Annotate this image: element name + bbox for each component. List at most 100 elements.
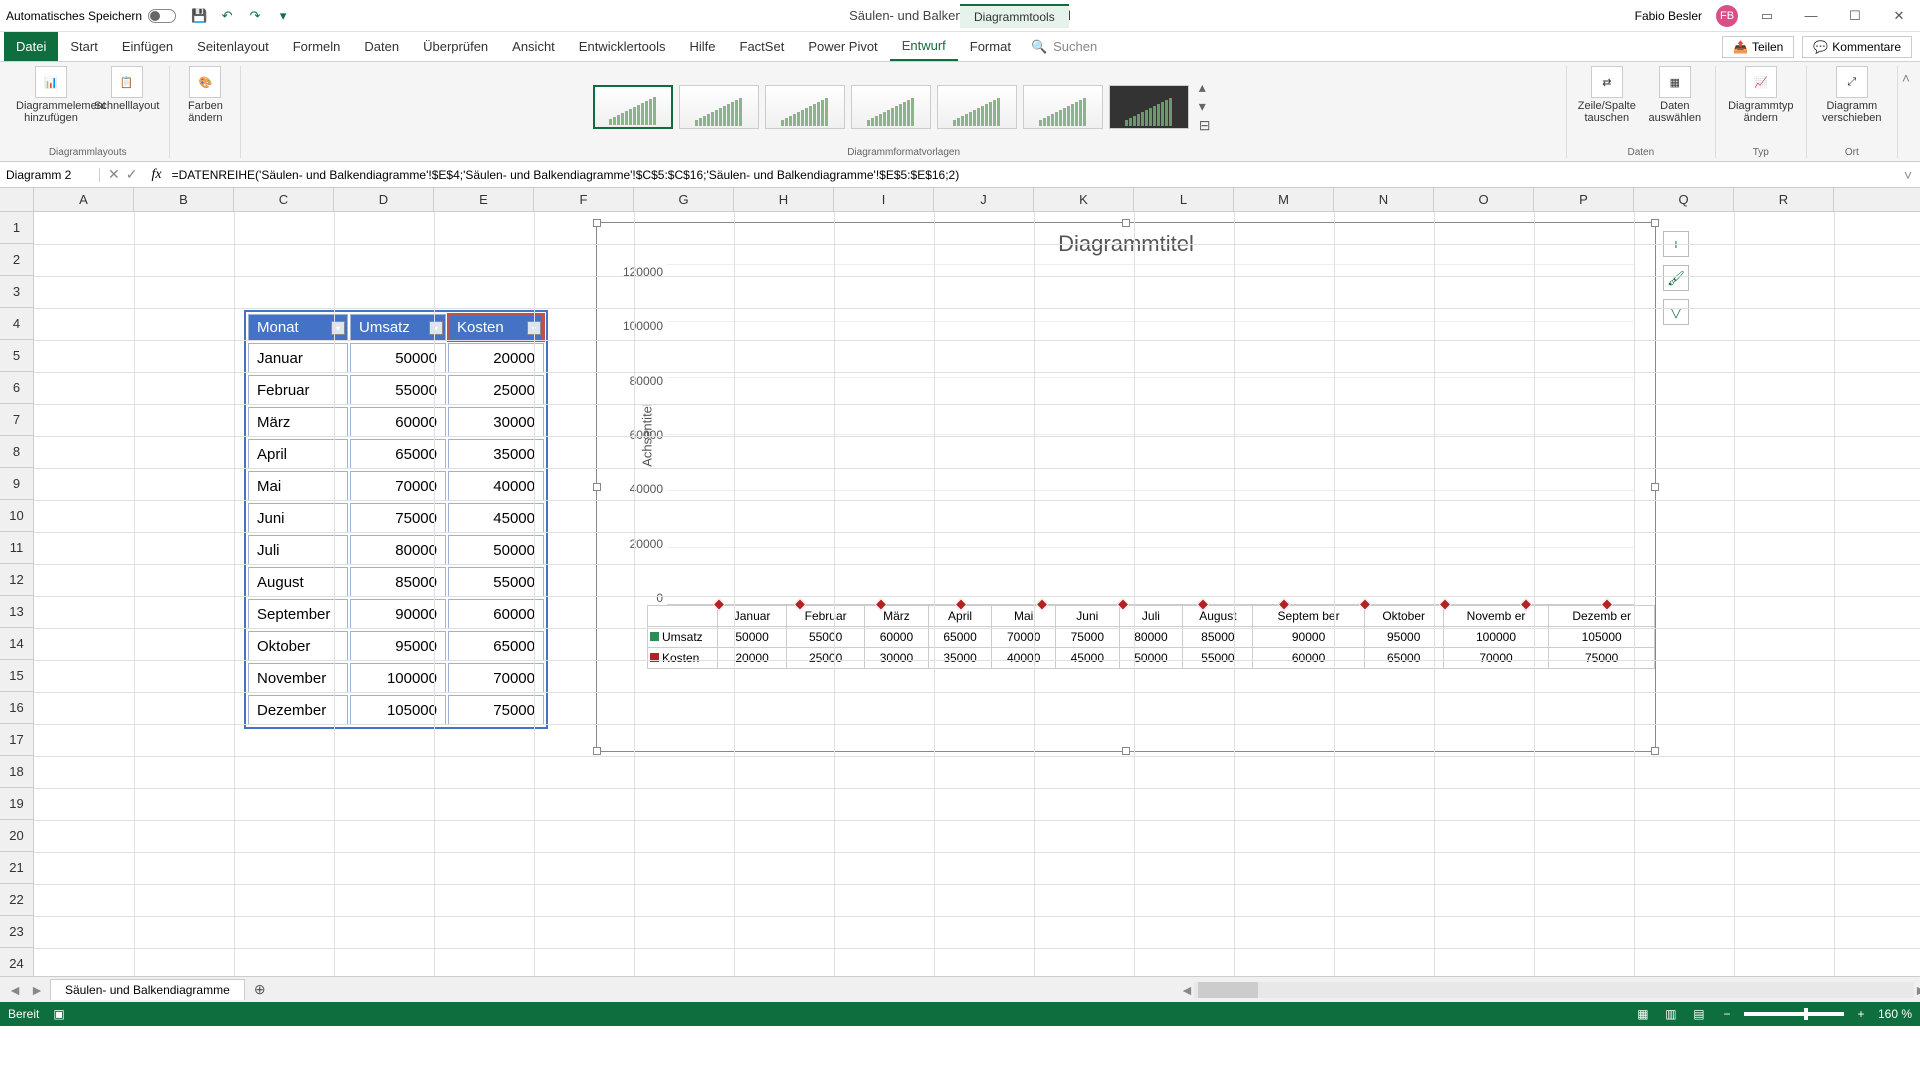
row-header[interactable]: 11	[0, 532, 34, 564]
scroll-left-icon[interactable]: ◄	[1180, 982, 1194, 998]
column-header[interactable]: P	[1534, 188, 1634, 211]
gallery-down-icon[interactable]: ▾	[1199, 98, 1211, 115]
row-header[interactable]: 19	[0, 788, 34, 820]
switch-row-col-button[interactable]: ⇄ Zeile/Spalte tauschen	[1577, 66, 1637, 124]
tab-hilfe[interactable]: Hilfe	[678, 32, 728, 61]
zoom-level[interactable]: 160 %	[1878, 1007, 1912, 1021]
save-icon[interactable]: 💾	[190, 7, 208, 25]
column-header[interactable]: L	[1134, 188, 1234, 211]
table-cell[interactable]: Februar	[248, 375, 348, 405]
tab-ansicht[interactable]: Ansicht	[500, 32, 567, 61]
resize-handle-sw[interactable]	[593, 747, 601, 755]
change-chart-type-button[interactable]: 📈 Diagrammtyp ändern	[1726, 66, 1796, 124]
row-header[interactable]: 12	[0, 564, 34, 596]
user-avatar[interactable]: FB	[1716, 5, 1738, 27]
tab-seitenlayout[interactable]: Seitenlayout	[185, 32, 281, 61]
resize-handle-ne[interactable]	[1651, 219, 1659, 227]
table-cell[interactable]: 55000	[350, 375, 446, 405]
column-header[interactable]: B	[134, 188, 234, 211]
table-row[interactable]: Dezember10500075000	[248, 695, 544, 725]
table-row[interactable]: März6000030000	[248, 407, 544, 437]
legend-entry[interactable]: Umsatz	[648, 627, 718, 648]
tab-entwicklertools[interactable]: Entwicklertools	[567, 32, 678, 61]
table-cell[interactable]: 35000	[448, 439, 544, 469]
table-cell[interactable]: 25000	[448, 375, 544, 405]
resize-handle-n[interactable]	[1122, 219, 1130, 227]
table-cell[interactable]: 70000	[448, 663, 544, 693]
table-cell[interactable]: Januar	[248, 343, 348, 373]
column-header[interactable]: A	[34, 188, 134, 211]
table-cell[interactable]: 60000	[448, 599, 544, 629]
table-cell[interactable]: 105000	[350, 695, 446, 725]
row-header[interactable]: 10	[0, 500, 34, 532]
table-cell[interactable]: 50000	[448, 535, 544, 565]
minimize-icon[interactable]: —	[1796, 5, 1826, 27]
chart-style-thumb[interactable]	[765, 85, 845, 129]
table-cell[interactable]: 65000	[350, 439, 446, 469]
table-header[interactable]: Kosten▾	[448, 314, 544, 341]
table-cell[interactable]: 95000	[350, 631, 446, 661]
row-header[interactable]: 3	[0, 276, 34, 308]
row-header[interactable]: 5	[0, 340, 34, 372]
spreadsheet-grid[interactable]: ABCDEFGHIJKLMNOPQR 123456789101112131415…	[0, 188, 1920, 976]
column-header[interactable]: K	[1034, 188, 1134, 211]
zoom-slider[interactable]	[1744, 1012, 1844, 1016]
column-header[interactable]: E	[434, 188, 534, 211]
chart-style-thumb[interactable]	[593, 85, 673, 129]
column-header[interactable]: N	[1334, 188, 1434, 211]
legend-entry[interactable]: Kosten	[648, 648, 718, 669]
row-header[interactable]: 17	[0, 724, 34, 756]
table-cell[interactable]: 70000	[350, 471, 446, 501]
undo-icon[interactable]: ↶	[218, 7, 236, 25]
horizontal-scrollbar[interactable]: ◄ ►	[1194, 982, 1914, 998]
table-cell[interactable]: 80000	[350, 535, 446, 565]
page-break-view-icon[interactable]: ▤	[1688, 1005, 1710, 1023]
sheet-nav-next-icon[interactable]: ►	[28, 982, 46, 998]
table-cell[interactable]: Oktober	[248, 631, 348, 661]
row-header[interactable]: 24	[0, 948, 34, 976]
chart-style-thumb[interactable]	[937, 85, 1017, 129]
table-cell[interactable]: 90000	[350, 599, 446, 629]
toggle-switch-icon[interactable]	[148, 9, 176, 23]
qat-dropdown-icon[interactable]: ▾	[274, 7, 292, 25]
change-colors-button[interactable]: 🎨 Farben ändern	[180, 66, 230, 124]
style-gallery[interactable]: ▴▾⊟	[593, 66, 1215, 147]
tab-file[interactable]: Datei	[4, 32, 58, 61]
chart-style-thumb[interactable]	[1109, 85, 1189, 129]
table-cell[interactable]: 50000	[350, 343, 446, 373]
row-header[interactable]: 1	[0, 212, 34, 244]
chart-filter-icon[interactable]: ▽	[1663, 299, 1689, 325]
quick-layout-button[interactable]: 📋 Schnelllayout	[94, 66, 159, 112]
gallery-more-icon[interactable]: ⊟	[1199, 117, 1211, 134]
column-header[interactable]: R	[1734, 188, 1834, 211]
table-cell[interactable]: 65000	[448, 631, 544, 661]
comments-button[interactable]: 💬 Kommentare	[1802, 36, 1912, 58]
resize-handle-se[interactable]	[1651, 747, 1659, 755]
row-header[interactable]: 18	[0, 756, 34, 788]
share-button[interactable]: 📤 Teilen	[1722, 36, 1794, 58]
table-row[interactable]: September9000060000	[248, 599, 544, 629]
chart-plot-area[interactable]: Achsentitel 0200004000060000800001000001…	[667, 265, 1635, 605]
table-row[interactable]: Februar5500025000	[248, 375, 544, 405]
resize-handle-w[interactable]	[593, 483, 601, 491]
table-row[interactable]: Oktober9500065000	[248, 631, 544, 661]
column-header[interactable]: H	[734, 188, 834, 211]
table-cell[interactable]: Mai	[248, 471, 348, 501]
table-header[interactable]: Umsatz▾	[350, 314, 446, 341]
column-header[interactable]: F	[534, 188, 634, 211]
chart-styles-icon[interactable]: 🖌	[1663, 265, 1689, 291]
chart-style-thumb[interactable]	[851, 85, 931, 129]
table-row[interactable]: November10000070000	[248, 663, 544, 693]
chart-object[interactable]: Diagrammtitel Achsentitel 02000040000600…	[596, 222, 1656, 752]
add-sheet-button[interactable]: ⊕	[249, 979, 271, 1001]
table-cell[interactable]: 20000	[448, 343, 544, 373]
column-header[interactable]: M	[1234, 188, 1334, 211]
expand-formula-icon[interactable]: ˅	[1896, 167, 1920, 183]
tab-daten[interactable]: Daten	[352, 32, 411, 61]
table-header[interactable]: Monat▾	[248, 314, 348, 341]
table-cell[interactable]: 55000	[448, 567, 544, 597]
cells-area[interactable]: Monat▾Umsatz▾Kosten▾ Januar5000020000Feb…	[34, 212, 1920, 976]
table-cell[interactable]: Juni	[248, 503, 348, 533]
confirm-formula-icon[interactable]: ✓	[126, 166, 138, 183]
table-cell[interactable]: September	[248, 599, 348, 629]
